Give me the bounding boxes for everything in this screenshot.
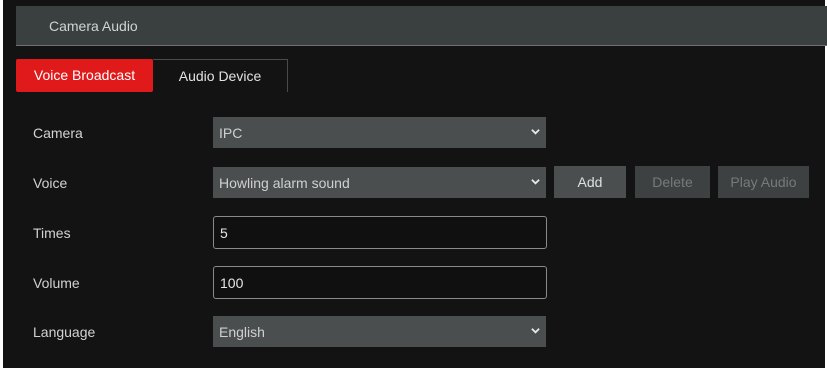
delete-button[interactable]: Delete [635, 166, 710, 198]
camera-select-value: IPC [219, 125, 243, 141]
camera-label: Camera [33, 125, 83, 141]
camera-select[interactable]: IPC [213, 117, 546, 148]
language-label: Language [33, 324, 96, 340]
times-input-value: 5 [220, 225, 228, 241]
times-label: Times [33, 225, 71, 241]
camera-audio-panel: Camera Audio Voice Broadcast Audio Devic… [3, 0, 827, 368]
language-select[interactable]: English [213, 316, 546, 347]
page-title: Camera Audio [49, 18, 138, 34]
play-audio-button[interactable]: Play Audio [718, 166, 809, 198]
chevron-down-icon [531, 129, 540, 135]
add-button[interactable]: Add [554, 166, 626, 198]
language-select-value: English [219, 324, 265, 340]
tab-voice-broadcast[interactable]: Voice Broadcast [16, 59, 153, 92]
tab-audio-device[interactable]: Audio Device [153, 59, 288, 92]
volume-input-value: 100 [220, 275, 244, 291]
section-header: Camera Audio [16, 6, 827, 46]
voice-select-value: Howling alarm sound [219, 175, 350, 191]
voice-select[interactable]: Howling alarm sound [213, 167, 546, 198]
volume-input[interactable]: 100 [213, 266, 547, 299]
voice-label: Voice [33, 175, 68, 191]
chevron-down-icon [531, 179, 540, 185]
volume-label: Volume [33, 275, 80, 291]
chevron-down-icon [531, 328, 540, 334]
tab-bar: Voice Broadcast Audio Device [16, 59, 288, 93]
times-input[interactable]: 5 [213, 216, 547, 249]
